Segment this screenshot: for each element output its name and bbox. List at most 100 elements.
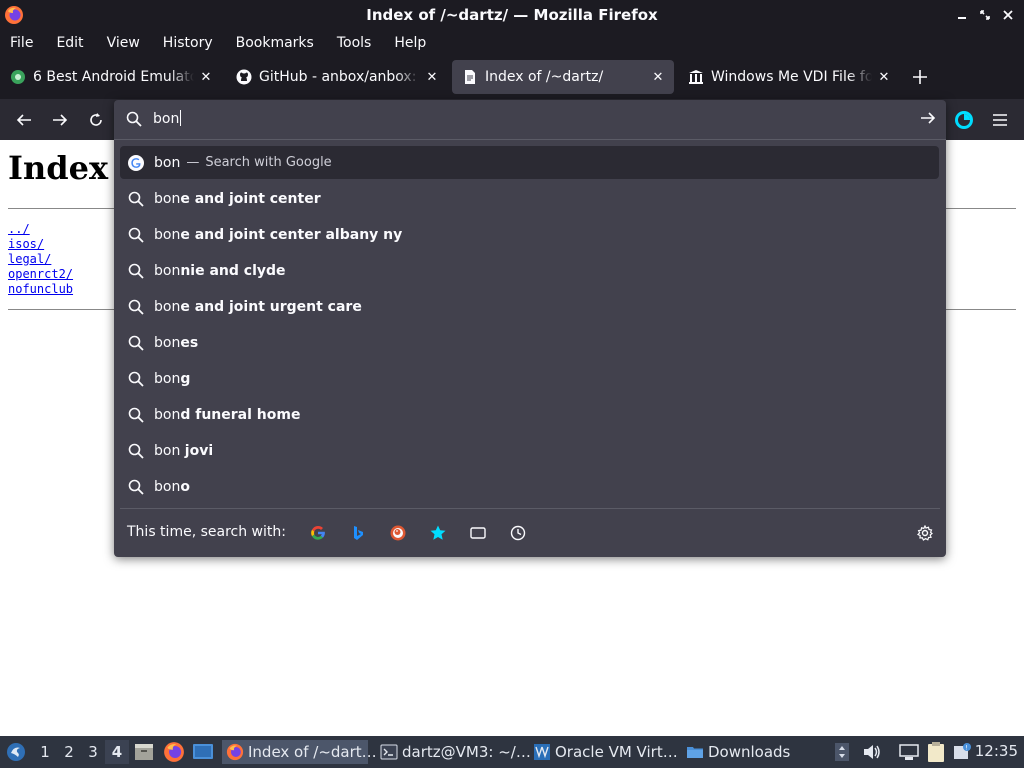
dir-link-isos[interactable]: isos/ (8, 237, 73, 252)
suggestion-completion: e and joint urgent care (180, 298, 362, 315)
duckduckgo-icon (390, 525, 406, 541)
address-input[interactable]: bon (114, 100, 946, 138)
tab-index-dartz[interactable]: Index of /~dartz/ ✕ (452, 60, 674, 94)
oneoff-history-button[interactable] (510, 525, 526, 541)
window-titlebar: Index of /~dartz/ — Mozilla Firefox (0, 0, 1024, 30)
tab-github-anbox[interactable]: GitHub - anbox/anbox: Anbox ✕ (226, 60, 448, 94)
oneoff-bing-button[interactable] (350, 525, 366, 541)
dir-link-openrct2[interactable]: openrct2/ (8, 267, 73, 282)
restore-button[interactable] (978, 6, 991, 24)
clipboard-icon (928, 742, 944, 762)
network-button[interactable] (898, 740, 920, 764)
close-window-button[interactable] (1001, 6, 1014, 24)
suggestion-item[interactable]: bon nie and clyde (120, 254, 939, 287)
svg-text:!: ! (965, 745, 967, 752)
suggestion-item[interactable]: bon e and joint urgent care (120, 290, 939, 323)
menu-edit[interactable]: Edit (56, 35, 83, 51)
menu-view[interactable]: View (107, 35, 140, 51)
search-oneoffs: This time, search with: (114, 520, 946, 546)
new-tab-button[interactable] (908, 65, 932, 89)
tab-close-icon[interactable]: ✕ (424, 69, 440, 85)
workspace-3[interactable]: 3 (81, 740, 105, 764)
taskbar-task-terminal[interactable]: dartz@VM3: ~/… (376, 740, 531, 764)
suggestion-completion: nie and clyde (180, 262, 286, 279)
dir-link-parent[interactable]: ../ (8, 222, 73, 237)
forward-button[interactable] (48, 108, 72, 132)
page-icon (465, 70, 475, 84)
account-icon (955, 111, 973, 129)
start-menu-button[interactable] (4, 740, 28, 764)
launcher-files[interactable] (133, 740, 155, 764)
tab-close-icon[interactable]: ✕ (650, 69, 666, 85)
clipboard-button[interactable] (926, 740, 946, 764)
oneoff-google-button[interactable] (310, 525, 326, 541)
taskbar-task-virtualbox[interactable]: Oracle VM Virt… (529, 740, 678, 764)
menu-bookmarks[interactable]: Bookmarks (236, 35, 314, 51)
suggestion-item[interactable]: bon g (120, 362, 939, 395)
app-menu-button[interactable] (988, 108, 1012, 132)
tab-close-icon[interactable]: ✕ (876, 69, 892, 85)
suggestion-item[interactable]: bon o (120, 470, 939, 503)
scroll-arrows-icon (835, 743, 849, 761)
dir-link-nofunclub[interactable]: nofunclub (8, 282, 73, 297)
reload-button[interactable] (84, 108, 108, 132)
github-icon (236, 69, 252, 85)
oneoff-bookmarks-button[interactable] (430, 525, 446, 541)
oneoff-tabs-button[interactable] (470, 525, 486, 541)
back-arrow-icon (16, 114, 31, 126)
restore-icon (979, 10, 990, 20)
updates-button[interactable]: ! (952, 740, 972, 764)
terminal-icon (380, 744, 398, 760)
tab-close-icon[interactable]: ✕ (198, 69, 214, 85)
menu-file[interactable]: File (10, 35, 33, 51)
tab-android-emulators[interactable]: 6 Best Android Emulators ✕ (0, 60, 222, 94)
close-icon (1002, 10, 1013, 20)
menu-tools[interactable]: Tools (337, 35, 372, 51)
oneoff-label: This time, search with: (127, 524, 286, 540)
workspace-2[interactable]: 2 (57, 740, 81, 764)
menu-bar: File Edit View History Bookmarks Tools H… (0, 30, 1024, 56)
go-arrow-icon[interactable] (920, 110, 936, 126)
suggestion-search-with-google[interactable]: bon — Search with Google (120, 146, 939, 179)
workspace-1[interactable]: 1 (33, 740, 57, 764)
bookmarks-star-icon (430, 525, 446, 540)
green-site-icon (11, 70, 25, 84)
launcher-show-desktop[interactable] (192, 740, 214, 764)
suggestion-completion: d funeral home (180, 406, 301, 423)
archive-icon (689, 70, 703, 84)
search-icon (128, 299, 144, 315)
suggestion-item[interactable]: bon e and joint center albany ny (120, 218, 939, 251)
minimize-button[interactable] (955, 6, 968, 24)
launcher-firefox[interactable] (163, 740, 185, 764)
tab-label: Index of /~dartz/ (485, 69, 604, 85)
taskbar-task-downloads[interactable]: Downloads (682, 740, 828, 764)
minimize-icon (957, 17, 966, 19)
search-icon (128, 191, 144, 207)
back-button[interactable] (12, 108, 36, 132)
suggestion-item[interactable]: bon jovi (120, 434, 939, 467)
tray-scroll-indicator[interactable] (834, 740, 850, 764)
suggestion-item[interactable]: bon d funeral home (120, 398, 939, 431)
tab-windows-me-vdi[interactable]: Windows Me VDI File for VirtualBox ✕ (678, 60, 900, 94)
search-icon (126, 111, 142, 127)
window-title: Index of /~dartz/ — Mozilla Firefox (366, 6, 658, 24)
task-label: Downloads (708, 743, 791, 761)
task-label: Index of /~dart… (248, 743, 377, 761)
volume-button[interactable] (862, 740, 882, 764)
suggestion-item[interactable]: bon e and joint center (120, 182, 939, 215)
menu-history[interactable]: History (163, 35, 213, 51)
suggestion-item[interactable]: bon es (120, 326, 939, 359)
oneoff-duckduckgo-button[interactable] (390, 525, 406, 541)
hamburger-menu-icon (993, 114, 1007, 126)
suggestion-completion: jovi (184, 442, 214, 459)
suggestion-typed-text: bon (154, 442, 185, 459)
taskbar-task-firefox[interactable]: Index of /~dart… (222, 740, 377, 764)
folder-icon (687, 747, 703, 758)
menu-help[interactable]: Help (394, 35, 426, 51)
firefox-icon (226, 743, 244, 761)
taskbar-clock[interactable]: 12:35 (975, 742, 1018, 760)
dir-link-legal[interactable]: legal/ (8, 252, 73, 267)
workspace-4[interactable]: 4 (105, 740, 129, 764)
account-button[interactable] (952, 108, 976, 132)
search-settings-button[interactable] (917, 525, 933, 541)
